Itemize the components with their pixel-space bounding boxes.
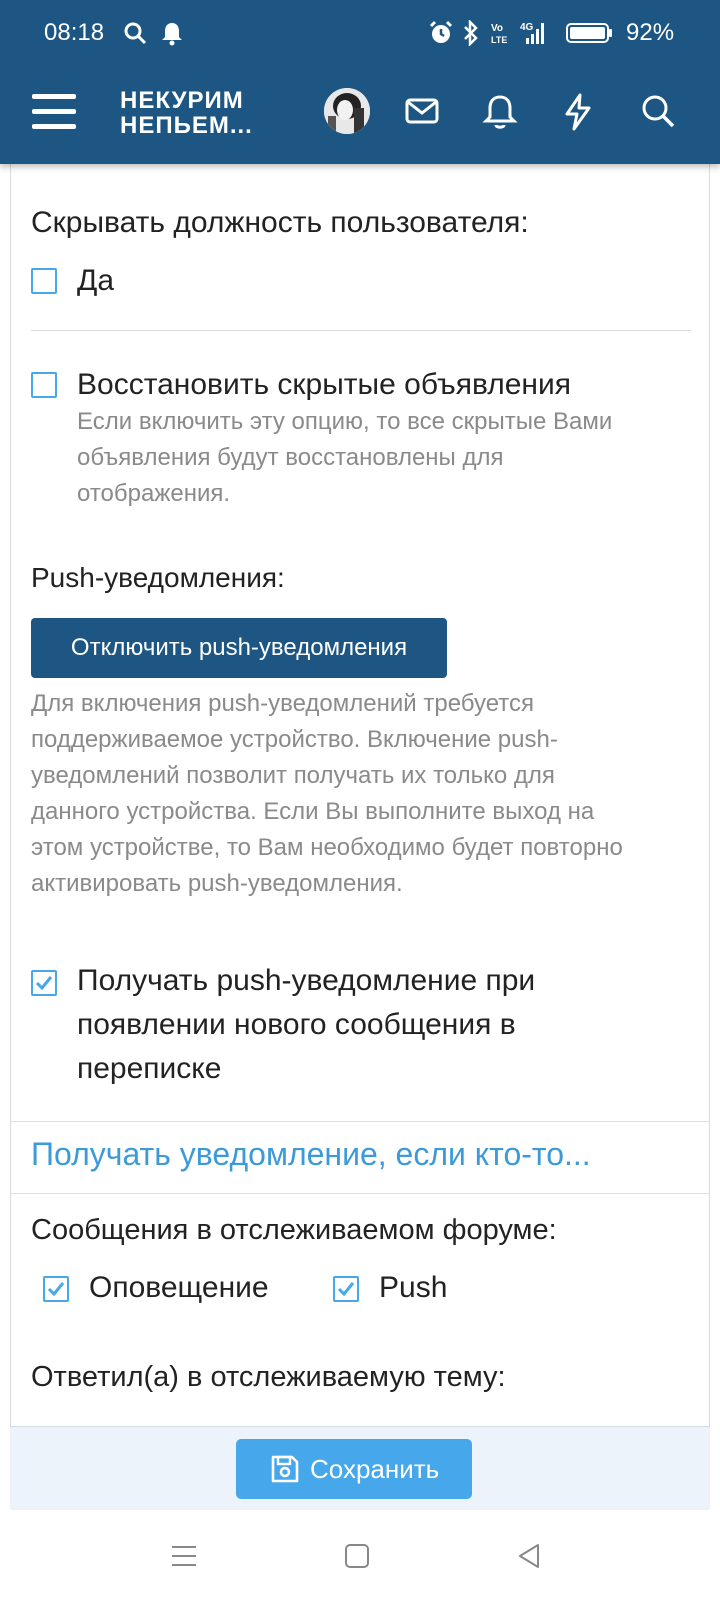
alert-option-label[interactable]: Оповещение — [89, 1271, 269, 1305]
push-message-checkbox[interactable] — [31, 970, 57, 996]
mail-icon[interactable] — [404, 93, 440, 129]
restore-ads-checkbox[interactable] — [31, 372, 57, 398]
restore-ads-hint-2: объявления будут восстановлены для — [77, 444, 504, 471]
push-hint-1: Для включения push-уведомлений требуется — [31, 690, 535, 717]
save-button-label: Сохранить — [310, 1454, 440, 1484]
lightning-icon[interactable] — [562, 93, 594, 131]
svg-text:4G: 4G — [520, 22, 534, 33]
check-icon — [337, 1282, 355, 1297]
bell-icon[interactable] — [482, 93, 518, 131]
logo-line-1: НЕКУРИМ — [120, 87, 244, 114]
push-checkbox[interactable] — [333, 1276, 359, 1302]
notification-bell-icon — [162, 23, 182, 46]
forum-messages-label: Сообщения в отслеживаемом форуме: — [31, 1214, 557, 1246]
alarm-icon — [429, 20, 453, 43]
save-button[interactable]: Сохранить — [236, 1439, 472, 1499]
svg-text:LTE: LTE — [491, 35, 507, 45]
push-option-label[interactable]: Push — [379, 1271, 447, 1305]
save-bar: Сохранить — [10, 1426, 710, 1510]
check-icon — [47, 1282, 65, 1297]
section-divider — [11, 1121, 709, 1122]
status-bar: 08:18 Vo LTE 4G 92% — [0, 0, 720, 64]
bluetooth-icon — [464, 20, 478, 46]
svg-text:Vo: Vo — [491, 23, 503, 34]
logo-line-2: НЕПЬЕМ... — [120, 112, 253, 139]
top-bar: 08:18 Vo LTE 4G 92% НЕКУРИМ НЕПЬЕМ... — [0, 0, 720, 164]
floppy-disk-icon — [271, 1455, 299, 1483]
check-icon — [35, 976, 53, 991]
disable-push-button[interactable]: Отключить push-уведомления — [31, 618, 447, 678]
status-time: 08:18 — [44, 19, 105, 46]
reply-thread-label: Ответил(а) в отслеживаемую тему: — [31, 1361, 506, 1393]
push-hint-5: этом устройстве, то Вам необходимо будет… — [31, 834, 623, 861]
alert-checkbox[interactable] — [43, 1276, 69, 1302]
restore-ads-hint-3: отображения. — [77, 480, 231, 507]
section-divider — [11, 1193, 709, 1194]
push-message-line-3[interactable]: переписке — [77, 1052, 221, 1086]
restore-ads-hint-1: Если включить эту опцию, то все скрытые … — [77, 408, 613, 435]
battery-percent: 92% — [626, 19, 675, 46]
battery-icon — [566, 23, 612, 43]
hide-title-option-label[interactable]: Да — [77, 264, 114, 298]
home-icon[interactable] — [344, 1542, 370, 1570]
hide-title-label: Скрывать должность пользователя: — [31, 206, 529, 239]
avatar[interactable] — [324, 88, 370, 134]
push-hint-4: данного устройства. Если Вы выполните вы… — [31, 798, 595, 825]
restore-ads-label[interactable]: Восстановить скрытые объявления — [77, 368, 571, 402]
push-hint-2: поддерживаемое устройство. Включение pus… — [31, 726, 558, 753]
hide-title-checkbox[interactable] — [31, 268, 57, 294]
push-hint-6: активировать push-уведомления. — [31, 870, 403, 897]
push-message-line-2[interactable]: появлении нового сообщения в — [77, 1008, 516, 1042]
back-icon[interactable] — [516, 1542, 542, 1570]
menu-icon[interactable] — [32, 92, 78, 132]
app-bar: НЕКУРИМ НЕПЬЕМ... — [0, 76, 720, 156]
push-label: Push-уведомления: — [31, 562, 285, 593]
notify-section-heading[interactable]: Получать уведомление, если кто-то... — [31, 1136, 591, 1173]
push-hint-3: уведомлений позволит получать их только … — [31, 762, 555, 789]
preferences-content: Скрывать должность пользователя: Да Восс… — [10, 164, 710, 1426]
divider — [31, 330, 691, 331]
header-search-icon[interactable] — [640, 93, 676, 129]
site-logo[interactable]: НЕКУРИМ НЕПЬЕМ... — [120, 88, 253, 138]
signal-4g-icon: 4G — [520, 22, 544, 44]
push-message-line-1[interactable]: Получать push-уведомление при — [77, 964, 535, 998]
system-nav-bar — [0, 1510, 720, 1600]
search-icon — [124, 22, 147, 45]
volte-icon: VoLTE — [491, 23, 507, 45]
recent-apps-icon[interactable] — [170, 1542, 198, 1570]
